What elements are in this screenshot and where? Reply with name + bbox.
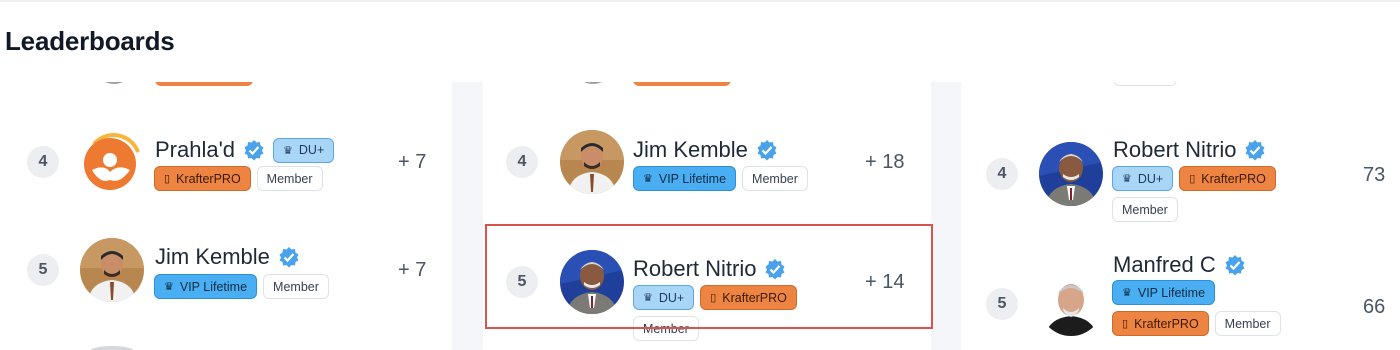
mouse-icon: ▯ xyxy=(1189,173,1196,185)
leaderboard-row[interactable]: 5 Manfred C ♛ VIP Lifetime ▯ KrafterPRO Me… xyxy=(961,252,1400,350)
crown-icon: ♛ xyxy=(283,144,293,157)
verified-check-icon xyxy=(1224,254,1246,276)
krafterpro-badge: ▯ KrafterPRO xyxy=(1179,166,1276,191)
rank-badge: 4 xyxy=(506,146,538,178)
user-name[interactable]: Jim Kemble xyxy=(155,244,270,270)
avatar[interactable] xyxy=(1039,142,1103,206)
user-name[interactable]: Manfred C xyxy=(1113,252,1216,278)
verified-check-icon xyxy=(1244,139,1266,161)
mouse-icon: ▯ xyxy=(1122,318,1129,330)
vip-lifetime-badge: ♛ VIP Lifetime xyxy=(633,166,737,191)
user-name[interactable]: Prahla'd xyxy=(155,137,235,163)
leaderboard-row[interactable]: 5 Jim Kemble ♛ VIP Lifetime Member + 7 xyxy=(0,216,452,350)
avatar[interactable] xyxy=(80,238,144,302)
member-badge: Member xyxy=(263,274,329,299)
crown-icon: ♛ xyxy=(164,281,174,293)
leaderboard-row[interactable]: 4 Prahla'd ♛ DU+ ▯ KrafterPRO Member + 7 xyxy=(0,82,452,216)
rank-badge: 5 xyxy=(27,254,59,286)
user-name[interactable]: Jim Kemble xyxy=(633,137,748,163)
leaderboard-row[interactable]: 4 Robert Nitrio ♛ DU+ ▯ KrafterPRO Member xyxy=(961,82,1400,252)
du-plus-badge: ♛ DU+ xyxy=(273,137,335,163)
score: + 7 xyxy=(398,259,427,281)
score: + 18 xyxy=(865,151,905,173)
member-badge: Member xyxy=(256,166,323,191)
vip-lifetime-badge: ♛ VIP Lifetime xyxy=(1112,280,1216,305)
rank-badge: 5 xyxy=(986,288,1018,320)
column-gap xyxy=(931,82,961,350)
rank-badge: 4 xyxy=(986,158,1018,190)
verified-check-icon xyxy=(243,139,265,161)
vip-lifetime-badge: ♛ VIP Lifetime xyxy=(154,274,258,299)
mouse-icon: ▯ xyxy=(164,173,171,185)
user-name[interactable]: Robert Nitrio xyxy=(1113,137,1236,163)
avatar[interactable] xyxy=(80,130,144,194)
krafterpro-badge: ▯ KrafterPRO xyxy=(154,166,251,191)
verified-check-icon xyxy=(756,139,778,161)
member-badge: Member xyxy=(1214,311,1281,336)
leaderboard-column-1: 4 Prahla'd ♛ DU+ ▯ KrafterPRO Member + 7 5 xyxy=(0,82,452,350)
du-plus-badge: ♛ DU+ xyxy=(1112,166,1174,191)
avatar[interactable] xyxy=(1039,272,1103,336)
score: 73 xyxy=(1363,164,1386,186)
score: + 7 xyxy=(398,151,427,173)
column-gap xyxy=(452,82,483,350)
verified-check-icon xyxy=(278,246,300,268)
crown-icon: ♛ xyxy=(1122,287,1132,299)
top-divider xyxy=(0,0,1400,2)
crown-icon: ♛ xyxy=(643,173,653,185)
member-badge: Member xyxy=(1112,197,1178,222)
member-badge: Member xyxy=(742,166,808,191)
crown-icon: ♛ xyxy=(1122,173,1132,185)
krafterpro-badge: ▯ KrafterPRO xyxy=(1112,311,1209,336)
highlight-box xyxy=(485,224,933,329)
leaderboard-column-3: 4 Robert Nitrio ♛ DU+ ▯ KrafterPRO Member xyxy=(961,82,1400,350)
rank-badge: 4 xyxy=(27,146,59,178)
leaderboard-row[interactable]: 4 Jim Kemble ♛ VIP Lifetime Member + 18 xyxy=(483,82,931,224)
avatar[interactable] xyxy=(560,130,624,194)
page-title: Leaderboards xyxy=(5,26,175,56)
partial-avatar xyxy=(90,346,134,350)
score: 66 xyxy=(1363,296,1386,318)
